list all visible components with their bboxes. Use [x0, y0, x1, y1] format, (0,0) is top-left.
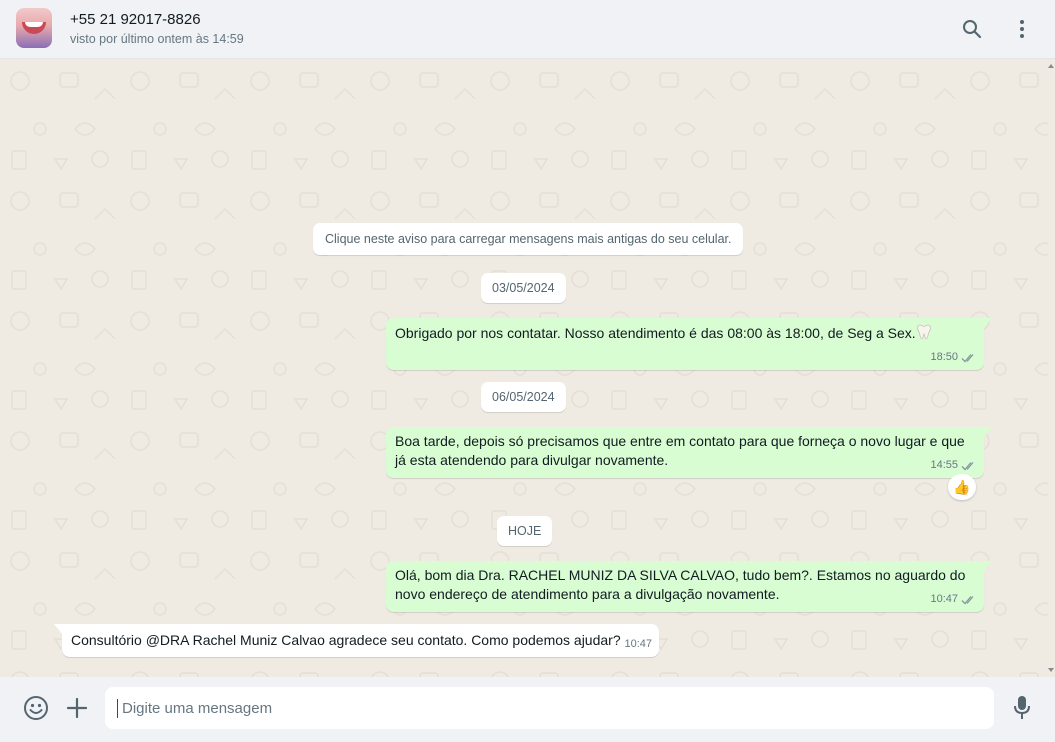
scroll-up-arrow-icon[interactable]: [1048, 64, 1054, 68]
message-composer[interactable]: [105, 687, 994, 729]
attach-button[interactable]: [62, 693, 92, 723]
double-check-icon: [961, 595, 974, 604]
emoji-icon: [24, 696, 48, 720]
date-divider: 03/05/2024: [481, 273, 566, 303]
message-text: Boa tarde, depois só precisamos que entr…: [395, 433, 965, 468]
avatar-teeth-graphic: [25, 22, 43, 27]
load-older-messages-notice[interactable]: Clique neste aviso para carregar mensage…: [313, 223, 744, 255]
plus-icon: [67, 698, 87, 718]
chat-scrollbar[interactable]: [1048, 59, 1055, 677]
composer-bar: [0, 677, 1055, 742]
thumbs-up-reaction[interactable]: 👍: [948, 474, 976, 500]
double-check-icon: [961, 461, 974, 470]
message-meta: 10:47: [930, 590, 977, 609]
message-meta: 14:55: [930, 456, 977, 475]
emoji-button[interactable]: [21, 693, 51, 723]
date-divider: HOJE: [497, 516, 553, 546]
scroll-down-arrow-icon[interactable]: [1048, 668, 1054, 672]
message-time: 10:47: [624, 638, 652, 650]
contact-avatar[interactable]: [16, 8, 52, 48]
message-meta: 18:50: [930, 348, 977, 367]
mic-icon: [1014, 696, 1030, 719]
message-text: Obrigado por nos contatar. Nosso atendim…: [395, 324, 931, 343]
date-divider: 06/05/2024: [481, 382, 566, 412]
outgoing-message[interactable]: Boa tarde, depois só precisamos que entr…: [386, 427, 992, 478]
voice-message-button[interactable]: [1007, 693, 1037, 723]
last-seen-status: visto por último ontem às 14:59: [70, 32, 244, 46]
menu-icon: [1020, 20, 1024, 38]
search-icon: [963, 20, 982, 39]
incoming-message[interactable]: Consultório @DRA Rachel Muniz Calvao agr…: [54, 624, 659, 657]
message-text: Consultório @DRA Rachel Muniz Calvao agr…: [71, 632, 621, 648]
message-time: 10:47: [930, 593, 958, 605]
menu-button[interactable]: [1008, 15, 1036, 43]
outgoing-message[interactable]: Olá, bom dia Dra. RACHEL MUNIZ DA SILVA …: [386, 561, 992, 612]
tooth-emoji-icon: [916, 324, 931, 340]
chat-header: +55 21 92017-8826 visto por último ontem…: [0, 0, 1055, 59]
search-button[interactable]: [958, 15, 986, 43]
double-check-icon: [961, 353, 974, 362]
message-time: 14:55: [930, 459, 958, 471]
message-meta: 10:47: [624, 635, 652, 654]
message-input[interactable]: [117, 698, 982, 718]
message-time: 18:50: [930, 351, 958, 363]
message-text: Olá, bom dia Dra. RACHEL MUNIZ DA SILVA …: [395, 567, 966, 602]
outgoing-message[interactable]: Obrigado por nos contatar. Nosso atendim…: [386, 318, 992, 370]
contact-name[interactable]: +55 21 92017-8826: [70, 11, 201, 28]
whatsapp-web-chat: +55 21 92017-8826 visto por último ontem…: [0, 0, 1055, 742]
